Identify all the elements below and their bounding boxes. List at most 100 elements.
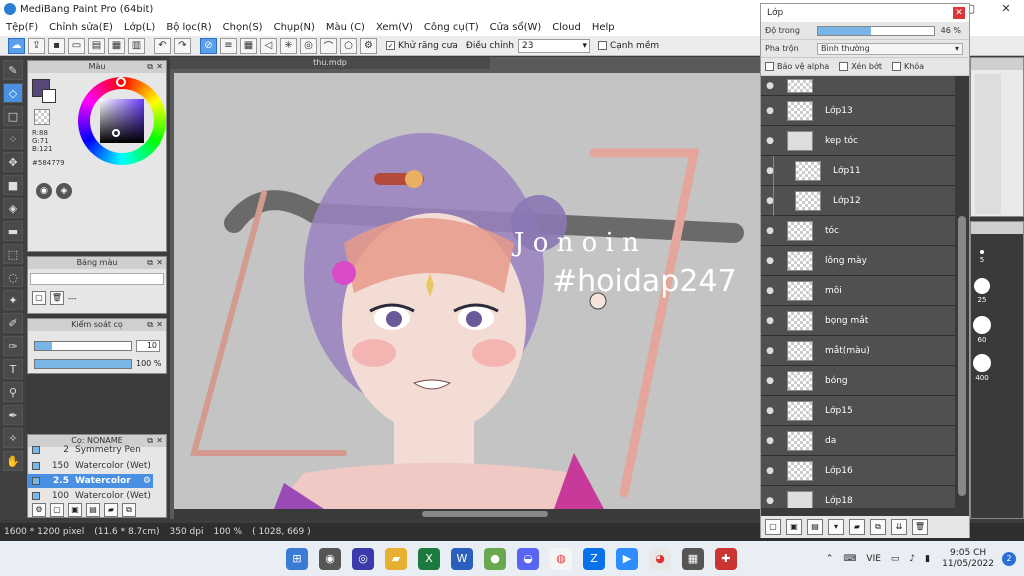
protect-alpha-checkbox[interactable] — [765, 62, 774, 71]
grid-doc-icon[interactable]: ▦ — [108, 37, 125, 54]
lock-toggle[interactable]: Khóa — [891, 62, 924, 71]
new-palette-icon[interactable]: ▢ — [32, 291, 46, 305]
layer-row[interactable]: ● lông mày — [761, 246, 955, 276]
layer-row[interactable]: ● Lớp13 — [761, 96, 955, 126]
layer-row[interactable]: ● tóc — [761, 216, 955, 246]
protect-alpha-toggle[interactable]: Bảo vệ alpha — [765, 62, 829, 71]
sv-marker[interactable] — [112, 129, 120, 137]
comment-icon[interactable]: ▪ — [48, 37, 65, 54]
eraser-tool-icon[interactable]: ◇ — [3, 83, 23, 103]
eye-icon[interactable]: ● — [763, 164, 777, 178]
menu-cloud[interactable]: Cloud — [552, 22, 581, 33]
eye-icon[interactable]: ● — [763, 464, 777, 478]
ring-icon[interactable]: ○ — [340, 37, 357, 54]
eye-icon[interactable]: ● — [763, 314, 777, 328]
palette-add-icon[interactable]: ◈ — [56, 183, 72, 199]
document-icon[interactable]: ▤ — [88, 37, 105, 54]
menu-filter[interactable]: Bộ lọc(R) — [166, 22, 211, 33]
menu-view[interactable]: Xem(V) — [376, 22, 413, 33]
new-layer-icon[interactable]: ▢ — [765, 519, 781, 535]
audio-app-icon[interactable]: ◉ — [319, 547, 341, 570]
eye-icon[interactable]: ● — [763, 374, 777, 388]
brush-size-400[interactable]: 400 — [973, 354, 991, 382]
app-icon-green[interactable]: ● — [484, 547, 506, 570]
undo-icon[interactable]: ↶ — [154, 37, 171, 54]
brush-size-25[interactable]: 25 — [973, 278, 991, 304]
circle-snap-icon[interactable]: ◎ — [300, 37, 317, 54]
clipping-checkbox[interactable] — [839, 62, 849, 71]
chat-icon[interactable]: ▭ — [68, 37, 85, 54]
eye-icon[interactable]: ● — [763, 344, 777, 358]
menu-tools[interactable]: Công cụ(T) — [424, 22, 479, 33]
brush-item-selected[interactable]: 2.5 Watercolor ⚙ — [28, 474, 153, 488]
gradient-tool-icon[interactable]: ▬ — [3, 221, 23, 241]
layer-row[interactable]: ● kep tóc — [761, 126, 955, 156]
zoom-icon[interactable]: ▶ — [616, 547, 638, 570]
eyedropper-icon[interactable]: ✧ — [3, 428, 23, 448]
menu-help[interactable]: Help — [592, 22, 615, 33]
no-snap-icon[interactable]: ⊘ — [200, 37, 217, 54]
redo-icon[interactable]: ↷ — [174, 37, 191, 54]
chevron-up-icon[interactable]: ⌃ — [826, 554, 834, 564]
blend-mode-select[interactable]: Bình thường — [817, 42, 963, 55]
volume-icon[interactable]: ♪ — [909, 554, 915, 564]
brush-item[interactable]: 150 Watercolor (Wet) — [28, 459, 153, 473]
parallel-snap-icon[interactable]: ≡ — [220, 37, 237, 54]
layer-row[interactable]: ● — [761, 76, 955, 96]
language-indicator[interactable]: VIE — [866, 554, 881, 564]
medibang-icon[interactable]: ◍ — [550, 547, 572, 570]
eye-icon[interactable]: ● — [763, 194, 777, 208]
layer-row[interactable]: ● bọng mắt — [761, 306, 955, 336]
radial-snap-icon[interactable]: ✳ — [280, 37, 297, 54]
divide-tool-icon[interactable]: ✒ — [3, 405, 23, 425]
document-tab[interactable]: thu.mdp — [170, 57, 490, 69]
dot-tool-icon[interactable]: ⁘ — [3, 129, 23, 149]
eye-icon[interactable]: ● — [763, 404, 777, 418]
hand-tool-icon[interactable]: ✋ — [3, 451, 23, 471]
add-layer-dropdown-icon[interactable]: ▾ — [828, 519, 844, 535]
menu-layer[interactable]: Lớp(L) — [124, 22, 155, 33]
grid-snap-icon[interactable]: ▦ — [240, 37, 257, 54]
layer-row[interactable]: ● Lớp11 — [761, 156, 955, 186]
undock-icon[interactable]: ⧉ — [147, 319, 153, 331]
lasso-icon[interactable]: ◌ — [3, 267, 23, 287]
keyboard-icon[interactable]: ⌨ — [843, 554, 856, 564]
brush-tool-icon[interactable]: ✎ — [3, 60, 23, 80]
menu-select[interactable]: Chọn(S) — [223, 22, 263, 33]
saturation-value-square[interactable] — [100, 99, 144, 143]
layer-row[interactable]: ● Lớp18 — [761, 486, 955, 508]
cloud-icon[interactable]: ☁ — [8, 37, 25, 54]
menu-file[interactable]: Tệp(F) — [6, 22, 38, 33]
delete-palette-icon[interactable]: 🗑 — [50, 291, 64, 305]
close-button[interactable]: ✕ — [988, 0, 1024, 18]
monitor-icon[interactable]: ▭ — [891, 554, 900, 564]
layer-row[interactable]: ● Lớp16 — [761, 456, 955, 486]
color-wheel[interactable] — [78, 77, 166, 165]
close-icon[interactable]: ✕ — [156, 61, 163, 73]
merge-layer-icon[interactable]: ⇊ — [891, 519, 907, 535]
brush-item[interactable]: 100 Watercolor (Wet) — [28, 489, 153, 503]
antialias-checkbox[interactable]: ✓ — [386, 41, 395, 50]
adjust-select[interactable]: 23 — [517, 38, 590, 53]
add-brush-icon[interactable]: ▣ — [68, 503, 82, 517]
start-icon[interactable]: ⊞ — [286, 547, 308, 570]
new-8bit-layer-icon[interactable]: ▤ — [807, 519, 823, 535]
move-tool-icon[interactable]: ✥ — [3, 152, 23, 172]
eye-icon[interactable]: ● — [763, 104, 777, 118]
chrome-icon[interactable]: ◕ — [649, 547, 671, 570]
select-eraser-icon[interactable]: ✑ — [3, 336, 23, 356]
layer-opacity-slider[interactable] — [817, 25, 935, 36]
menu-color[interactable]: Màu (C) — [326, 22, 365, 33]
brush-copy-icon[interactable]: ⧉ — [122, 503, 136, 517]
layer-list-scrollbar[interactable] — [955, 76, 969, 508]
palette-icon[interactable]: ◉ — [36, 183, 52, 199]
clipping-toggle[interactable]: Xén bớt — [839, 62, 882, 71]
layer-row[interactable]: ● Lớp15 — [761, 396, 955, 426]
gear-icon[interactable]: ⚙ — [360, 37, 377, 54]
fill-rect-tool-icon[interactable]: ■ — [3, 175, 23, 195]
antialias-toggle[interactable]: ✓ Khử răng cưa — [386, 41, 458, 51]
magic-wand-icon[interactable]: ✦ — [3, 290, 23, 310]
notification-badge[interactable]: 2 — [1002, 551, 1016, 566]
close-icon[interactable]: ✕ — [156, 435, 163, 447]
brush-settings-icon[interactable]: ⚙ — [32, 503, 46, 517]
